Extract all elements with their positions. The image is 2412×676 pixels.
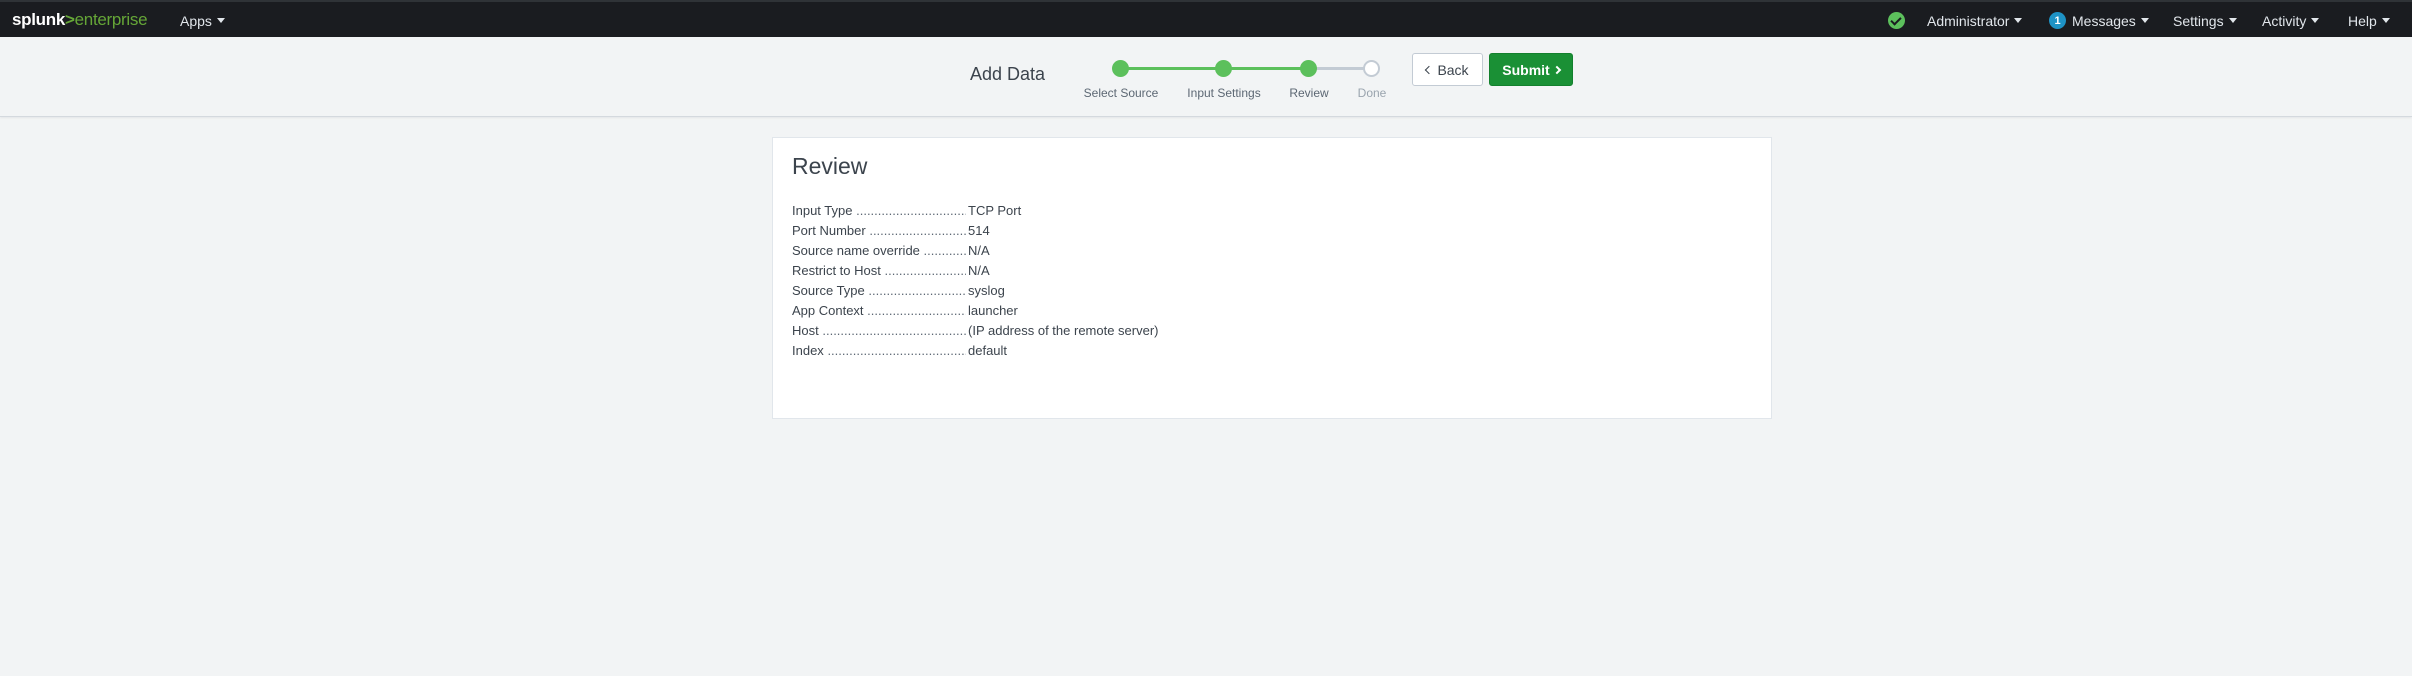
- review-row-source-name-override: Source name override ...................…: [792, 240, 1159, 260]
- page-title: Add Data: [970, 64, 1046, 84]
- review-key: Port Number ............................…: [792, 222, 966, 238]
- review-key: Input Type .............................…: [792, 202, 966, 218]
- caret-down-icon: [2014, 18, 2023, 23]
- chevron-right-icon: [1552, 65, 1561, 74]
- step-select-source-label: Select Source: [1083, 86, 1159, 100]
- step-select-source-dot: [1112, 60, 1129, 77]
- step-connector: [1308, 67, 1371, 70]
- help-menu-label: Help: [2348, 12, 2377, 29]
- caret-down-icon: [2311, 18, 2320, 23]
- step-review-label: Review: [1289, 86, 1329, 100]
- review-row-input-type: Input Type .............................…: [792, 200, 1159, 220]
- review-key: Source Type ............................…: [792, 282, 966, 298]
- submit-button[interactable]: Submit: [1489, 53, 1573, 86]
- caret-down-icon: [2228, 18, 2237, 23]
- review-value: syslog: [968, 282, 1005, 298]
- logo-separator: >: [65, 10, 75, 29]
- review-key: Index ..................................…: [792, 342, 966, 358]
- review-value: (IP address of the remote server): [968, 322, 1159, 338]
- review-value: default: [968, 342, 1008, 358]
- messages-count-badge: 1: [2049, 12, 2066, 29]
- caret-down-icon: [2140, 18, 2149, 23]
- review-row-app-context: App Context ............................…: [792, 300, 1159, 320]
- caret-down-icon: [2381, 18, 2390, 23]
- logo-splunk-text: splunk: [12, 10, 65, 29]
- help-menu[interactable]: Help: [2348, 2, 2390, 39]
- review-value: N/A: [968, 262, 990, 278]
- review-value: N/A: [968, 242, 990, 258]
- logo-product-text: enterprise: [74, 10, 148, 29]
- top-navigation-bar: splunk > enterprise Apps Administrator 1 M…: [0, 0, 2412, 37]
- add-data-wizard-header: Add Data Select Source Input Settings Re…: [0, 37, 2412, 117]
- review-panel: Review Input Type ......................…: [772, 137, 1772, 419]
- activity-menu[interactable]: Activity: [2262, 2, 2320, 39]
- review-title: Review: [792, 153, 868, 179]
- review-key: App Context ............................…: [792, 302, 966, 318]
- activity-menu-label: Activity: [2262, 12, 2307, 29]
- administrator-menu-label: Administrator: [1927, 12, 2010, 29]
- review-key: Source name override ...................…: [792, 242, 966, 258]
- apps-menu-label: Apps: [180, 12, 212, 29]
- messages-menu[interactable]: 1 Messages: [2049, 2, 2149, 39]
- review-row-host: Host ...................................…: [792, 320, 1159, 340]
- step-input-settings-dot: [1215, 60, 1232, 77]
- submit-button-label: Submit: [1502, 61, 1550, 78]
- review-key: Restrict to Host .......................…: [792, 262, 966, 278]
- step-input-settings-label: Input Settings: [1187, 86, 1261, 100]
- review-row-index: Index ..................................…: [792, 340, 1159, 360]
- review-value: launcher: [968, 302, 1018, 318]
- review-value: TCP Port: [968, 202, 1022, 218]
- caret-down-icon: [216, 18, 225, 23]
- review-row-source-type: Source Type ............................…: [792, 280, 1159, 300]
- back-button-label: Back: [1437, 61, 1469, 78]
- health-status-icon[interactable]: [1888, 12, 1905, 29]
- settings-menu[interactable]: Settings: [2173, 2, 2237, 39]
- chevron-left-icon: [1425, 65, 1434, 74]
- review-key: Host ...................................…: [792, 322, 966, 338]
- step-connector: [1223, 67, 1308, 70]
- step-review-dot: [1300, 60, 1317, 77]
- apps-menu[interactable]: Apps: [180, 2, 225, 39]
- administrator-menu[interactable]: Administrator: [1927, 2, 2023, 39]
- messages-menu-label: Messages: [2072, 12, 2136, 29]
- step-done-label: Done: [1357, 86, 1387, 100]
- settings-menu-label: Settings: [2173, 12, 2224, 29]
- review-row-restrict-to-host: Restrict to Host .......................…: [792, 260, 1159, 280]
- splunk-logo[interactable]: splunk > enterprise: [12, 7, 148, 33]
- review-value: 514: [968, 222, 990, 238]
- review-list: Input Type .............................…: [792, 200, 1159, 360]
- step-done-dot: [1363, 60, 1380, 77]
- review-row-port-number: Port Number ............................…: [792, 220, 1159, 240]
- step-connector: [1120, 67, 1223, 70]
- back-button[interactable]: Back: [1412, 53, 1483, 86]
